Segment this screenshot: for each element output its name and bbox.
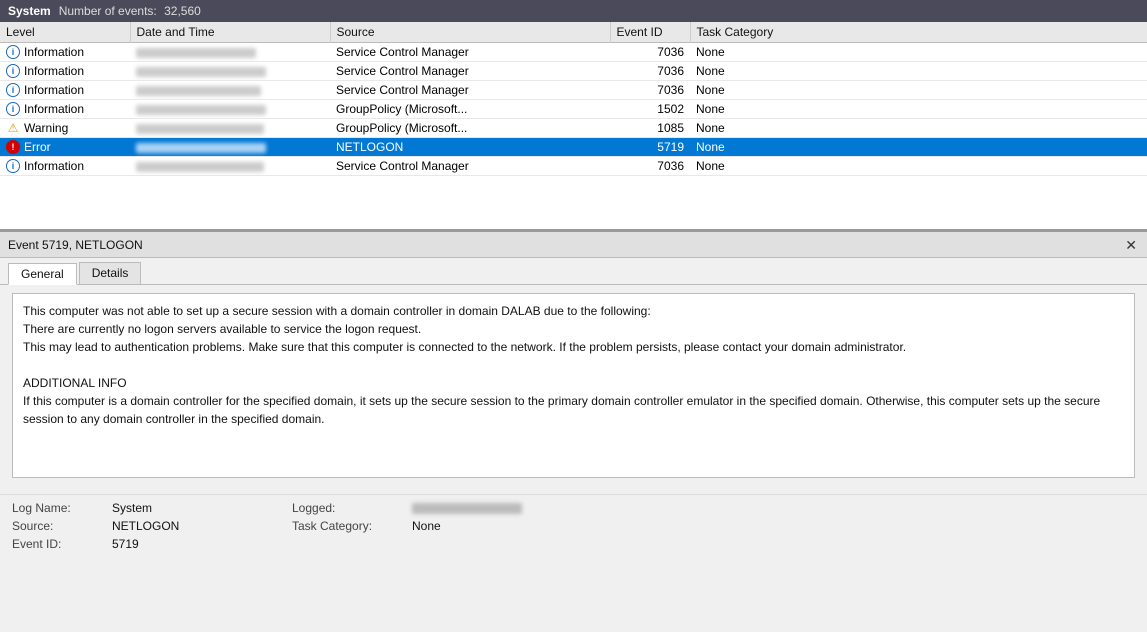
- level-text: Information: [24, 102, 84, 116]
- event-table-wrapper[interactable]: Level Date and Time Source Event ID Task…: [0, 22, 1147, 208]
- warning-icon: ⚠: [6, 121, 20, 135]
- log-name-label: Log Name:: [12, 501, 112, 515]
- event-count-label: Number of events: 32,560: [59, 4, 201, 18]
- datetime-cell: [130, 119, 330, 138]
- info-icon: i: [6, 102, 20, 116]
- datetime-cell: [130, 157, 330, 176]
- tabs-bar: General Details: [0, 258, 1147, 285]
- col-header-taskcategory[interactable]: Task Category: [690, 22, 1147, 43]
- table-row[interactable]: i Information Service Control Manager7036N…: [0, 157, 1147, 176]
- datetime-cell: [130, 62, 330, 81]
- col-header-datetime[interactable]: Date and Time: [130, 22, 330, 43]
- level-text: Warning: [24, 121, 68, 135]
- table-row[interactable]: i Information Service Control Manager7036N…: [0, 62, 1147, 81]
- taskcategory-cell: None: [690, 43, 1147, 62]
- level-text: Information: [24, 64, 84, 78]
- detail-text-box[interactable]: This computer was not able to set up a s…: [12, 293, 1135, 478]
- source-cell: Service Control Manager: [330, 43, 610, 62]
- table-row[interactable]: i Information Service Control Manager7036N…: [0, 43, 1147, 62]
- source-cell: NETLOGON: [330, 138, 610, 157]
- taskcategory-cell: None: [690, 157, 1147, 176]
- close-button[interactable]: ✕: [1123, 238, 1139, 252]
- level-text: Information: [24, 83, 84, 97]
- source-value: NETLOGON: [112, 519, 292, 533]
- table-row[interactable]: ⚠ Warning GroupPolicy (Microsoft...1085Non…: [0, 119, 1147, 138]
- datetime-cell: [130, 138, 330, 157]
- eventid-cell: 7036: [610, 81, 690, 100]
- task-category-label: Task Category:: [292, 519, 412, 533]
- level-text: Information: [24, 45, 84, 59]
- info-icon: i: [6, 83, 20, 97]
- log-name-value: System: [112, 501, 292, 515]
- taskcategory-cell: None: [690, 81, 1147, 100]
- eventid-cell: 1502: [610, 100, 690, 119]
- event-id-label: Event ID:: [12, 537, 112, 551]
- datetime-cell: [130, 100, 330, 119]
- tab-general[interactable]: General: [8, 263, 77, 285]
- col-header-eventid[interactable]: Event ID: [610, 22, 690, 43]
- info-icon: i: [6, 45, 20, 59]
- level-text: Information: [24, 159, 84, 173]
- info-icon: i: [6, 159, 20, 173]
- taskcategory-cell: None: [690, 138, 1147, 157]
- app-title: System: [8, 4, 51, 18]
- taskcategory-cell: None: [690, 62, 1147, 81]
- source-cell: Service Control Manager: [330, 81, 610, 100]
- table-row[interactable]: ! Error NETLOGON5719None: [0, 138, 1147, 157]
- logged-value: [412, 501, 612, 515]
- table-header-row: Level Date and Time Source Event ID Task…: [0, 22, 1147, 43]
- col-header-level[interactable]: Level: [0, 22, 130, 43]
- eventid-cell: 7036: [610, 157, 690, 176]
- eventid-cell: 7036: [610, 43, 690, 62]
- detail-title: Event 5719, NETLOGON: [8, 238, 143, 252]
- source-cell: GroupPolicy (Microsoft...: [330, 100, 610, 119]
- taskcategory-cell: None: [690, 100, 1147, 119]
- source-cell: Service Control Manager: [330, 157, 610, 176]
- detail-panel: Event 5719, NETLOGON ✕ General Details T…: [0, 230, 1147, 557]
- datetime-cell: [130, 81, 330, 100]
- source-cell: Service Control Manager: [330, 62, 610, 81]
- level-text: Error: [24, 140, 51, 154]
- taskcategory-cell: None: [690, 119, 1147, 138]
- event-table: Level Date and Time Source Event ID Task…: [0, 22, 1147, 176]
- detail-header: Event 5719, NETLOGON ✕: [0, 232, 1147, 258]
- error-icon: !: [6, 140, 20, 154]
- source-cell: GroupPolicy (Microsoft...: [330, 119, 610, 138]
- eventid-cell: 1085: [610, 119, 690, 138]
- tab-details[interactable]: Details: [79, 262, 142, 284]
- event-list-panel: Level Date and Time Source Event ID Task…: [0, 22, 1147, 230]
- title-bar: System Number of events: 32,560: [0, 0, 1147, 22]
- table-row[interactable]: i Information Service Control Manager7036N…: [0, 81, 1147, 100]
- detail-content: This computer was not able to set up a s…: [0, 285, 1147, 494]
- meta-info: Log Name: System Logged: Source: NETLOGO…: [0, 494, 1147, 557]
- table-row[interactable]: i Information GroupPolicy (Microsoft...150…: [0, 100, 1147, 119]
- datetime-cell: [130, 43, 330, 62]
- eventid-cell: 5719: [610, 138, 690, 157]
- task-category-value: None: [412, 519, 612, 533]
- col-header-source[interactable]: Source: [330, 22, 610, 43]
- source-label: Source:: [12, 519, 112, 533]
- eventid-cell: 7036: [610, 62, 690, 81]
- info-icon: i: [6, 64, 20, 78]
- logged-label: Logged:: [292, 501, 412, 515]
- event-id-value: 5719: [112, 537, 292, 551]
